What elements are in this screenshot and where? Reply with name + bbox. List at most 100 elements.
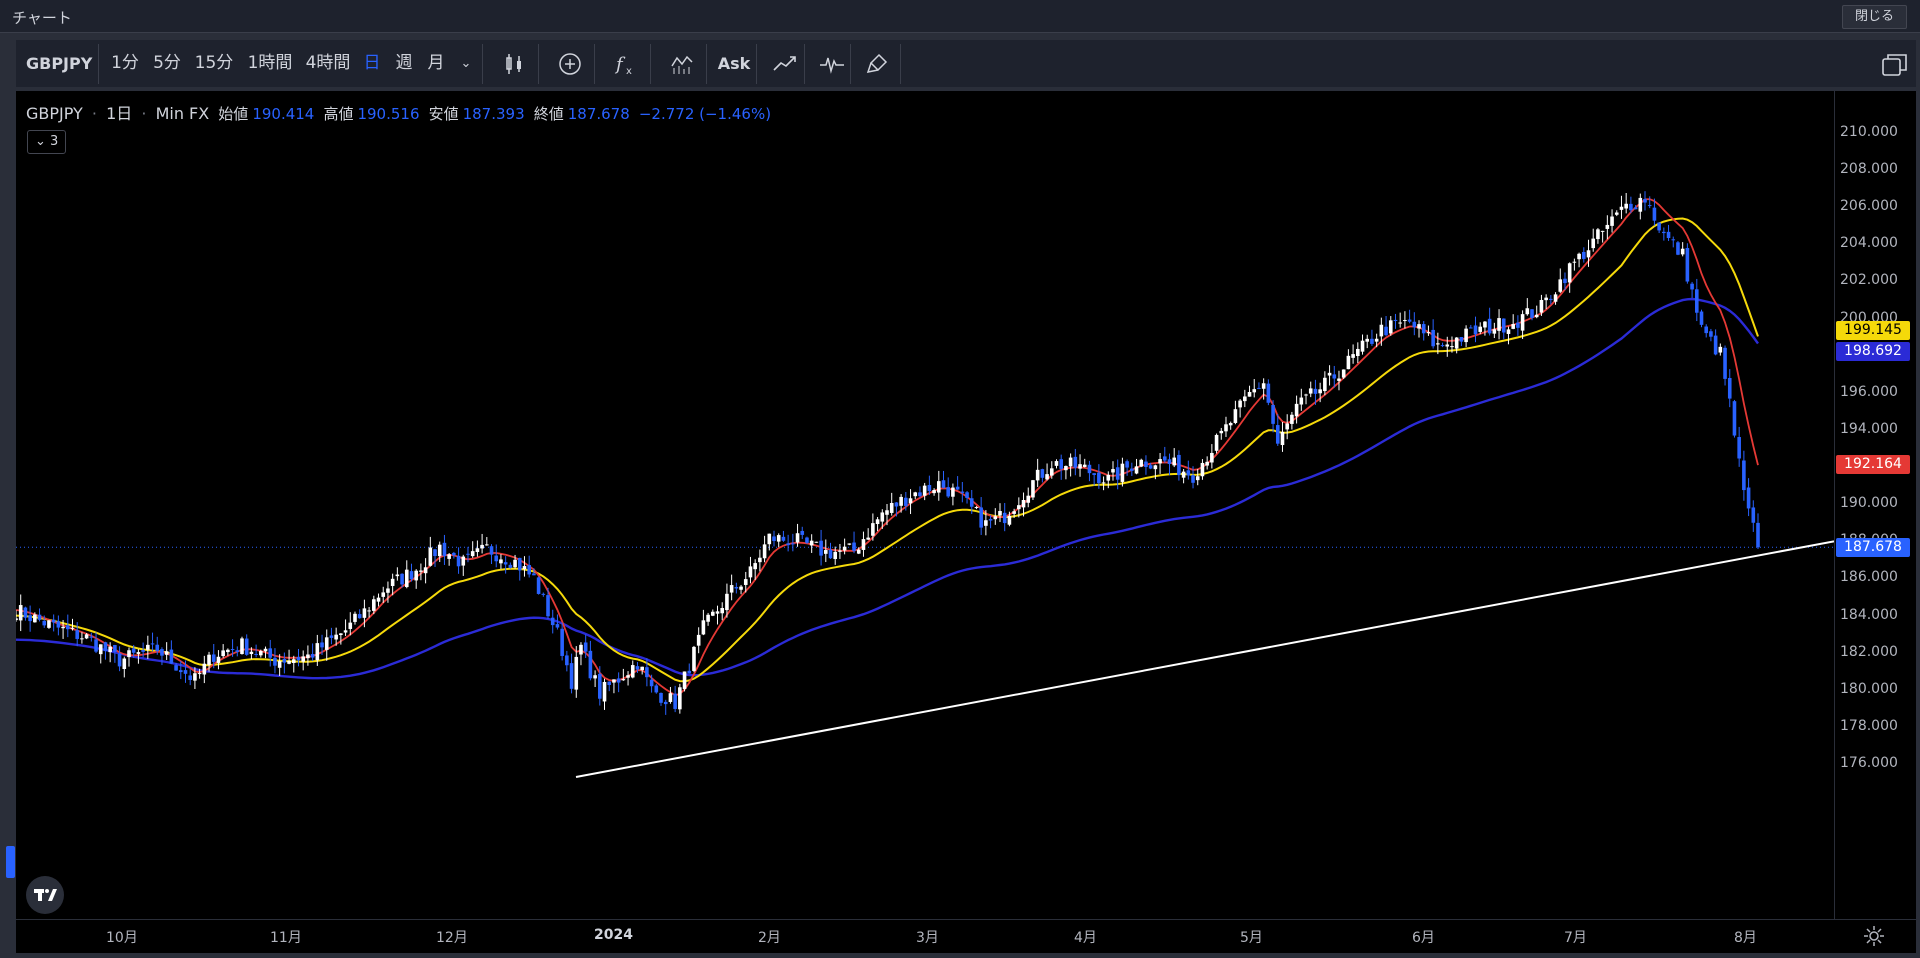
candle-body [1530, 309, 1534, 318]
brush-icon[interactable] [854, 40, 900, 87]
interval-1m[interactable]: 1分 [110, 40, 140, 87]
close-button[interactable]: 閉じる [1841, 5, 1907, 29]
candle-body [301, 656, 305, 662]
candle-body [1078, 464, 1082, 469]
tradingview-logo-icon[interactable] [26, 876, 64, 914]
interval-5m[interactable]: 5分 [152, 40, 182, 87]
candle-body [480, 544, 484, 549]
candle-body [1699, 311, 1704, 325]
gear-icon[interactable] [1862, 924, 1886, 948]
candle-body [682, 671, 687, 689]
price-chart[interactable] [16, 91, 1834, 919]
legend-low-label: 安値 [428, 105, 459, 123]
candle-body [1643, 198, 1647, 203]
pulse-icon[interactable] [808, 40, 854, 87]
candle-body [1506, 329, 1511, 334]
candle-body [1379, 324, 1384, 337]
candle-body [908, 498, 913, 504]
candle-body [861, 539, 866, 550]
interval-4h[interactable]: 4時間 [304, 40, 352, 87]
candle-body [1676, 242, 1680, 255]
legend-high-value: 190.516 [357, 105, 420, 123]
candle-body [1478, 326, 1483, 332]
interval-month[interactable]: 月 [426, 40, 446, 87]
candle-body [1337, 378, 1341, 381]
candle-body [1238, 400, 1242, 408]
candle-body [574, 656, 579, 690]
candle-body [1756, 522, 1760, 548]
interval-week[interactable]: 週 [394, 40, 414, 87]
candle-body [583, 642, 588, 652]
candle-body [532, 573, 536, 576]
candle-style-icon[interactable] [491, 40, 537, 87]
candle-body [508, 564, 513, 568]
chart-toolbar: GBPJPY 1分 5分 15分 1時間 4時間 日 週 月 ⌄ fx Ask [16, 40, 1916, 89]
candle-body [419, 570, 423, 572]
candle-body [781, 536, 786, 541]
candle-body [357, 614, 362, 619]
line-draw-icon[interactable] [761, 40, 807, 87]
candle-body [598, 673, 602, 699]
candle-body [593, 675, 597, 679]
interval-day[interactable]: 日 [362, 40, 382, 87]
time-tick-label: 8月 [1734, 930, 1757, 946]
candle-body [277, 661, 282, 668]
candle-body [211, 654, 216, 662]
candle-body [155, 644, 160, 652]
candle-body [1454, 337, 1459, 349]
symbol-selector[interactable]: GBPJPY [26, 40, 92, 87]
time-tick-label: 5月 [1240, 930, 1263, 946]
candle-body [1732, 401, 1737, 436]
interval-15m[interactable]: 15分 [194, 40, 234, 87]
svg-text:x: x [626, 66, 632, 76]
add-indicator-icon[interactable] [547, 40, 593, 87]
legend-change-value: −2.772 (−1.46%) [638, 105, 772, 123]
candle-body [1445, 344, 1450, 347]
price-tick-label: 178.000 [1840, 717, 1898, 734]
formula-icon[interactable]: fx [603, 40, 649, 87]
candle-body [1205, 461, 1209, 466]
candle-body [178, 670, 183, 673]
candle-body [602, 681, 607, 702]
candle-body [1384, 326, 1388, 336]
candle-body [692, 646, 696, 671]
toolbar-divider [706, 44, 707, 84]
candle-body [758, 557, 762, 563]
layout-icon[interactable] [1870, 40, 1916, 87]
candle-body [315, 643, 320, 661]
candle-body [711, 611, 715, 616]
candle-body [965, 492, 969, 498]
candle-body [1365, 338, 1370, 342]
candle-body [75, 630, 80, 639]
candle-body [513, 559, 517, 568]
candle-body [1195, 476, 1200, 481]
bar-compare-icon[interactable] [659, 40, 705, 87]
candle-body [61, 626, 65, 629]
candle-body [1704, 326, 1709, 334]
indicator-collapse-button[interactable]: ⌄ 3 [27, 130, 67, 154]
chart-pane[interactable] [16, 91, 1834, 919]
scroll-handle[interactable] [6, 846, 15, 878]
candle-body [885, 510, 889, 515]
interval-1h[interactable]: 1時間 [246, 40, 294, 87]
chevron-down-icon[interactable]: ⌄ [456, 40, 476, 87]
legend-open-label: 始値 [218, 105, 249, 123]
legend-open-value: 190.414 [252, 105, 315, 123]
candle-body [1068, 457, 1073, 467]
candle-body [329, 635, 334, 638]
candle-body [1049, 468, 1054, 476]
candle-body [461, 556, 466, 566]
candle-body [409, 571, 414, 580]
candle-body [1087, 464, 1092, 474]
candle-body [607, 681, 612, 685]
toolbar-divider [900, 44, 901, 84]
candle-body [452, 552, 456, 556]
price-badge: 192.164 [1836, 455, 1910, 475]
candle-body [174, 665, 178, 671]
candle-body [663, 701, 668, 705]
candle-body [1398, 322, 1402, 324]
candle-body [1374, 338, 1379, 342]
candle-body [1539, 299, 1544, 313]
ask-toggle[interactable]: Ask [714, 40, 754, 87]
candle-body [108, 646, 112, 653]
